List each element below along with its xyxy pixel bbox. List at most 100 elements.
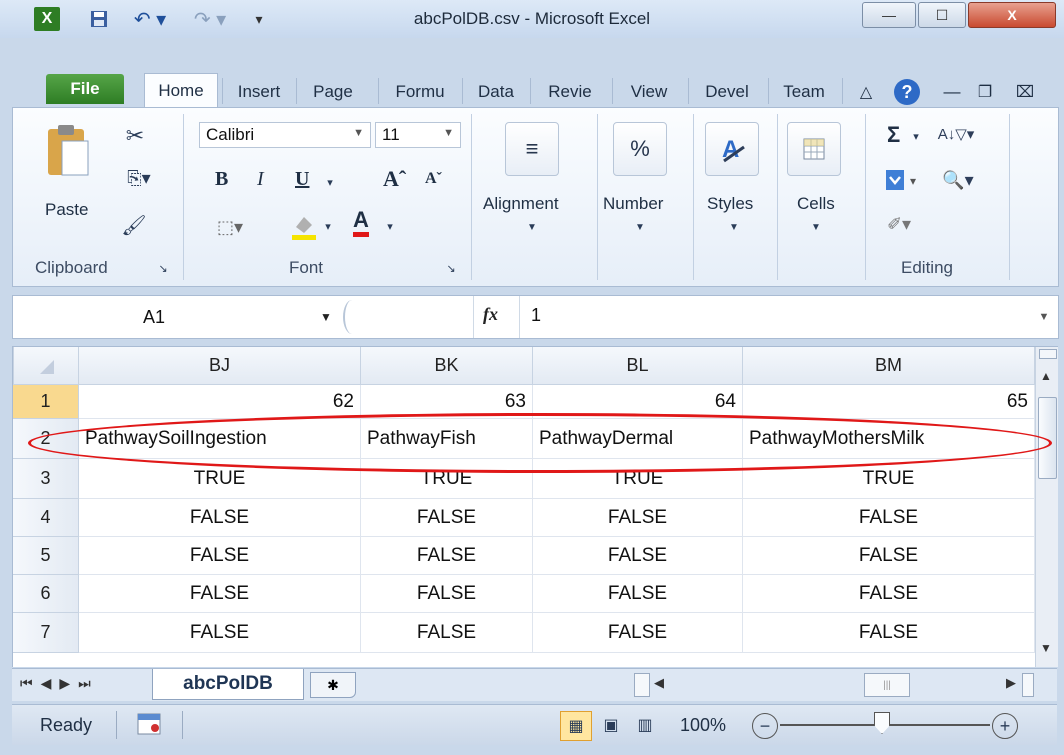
column-header-bl[interactable]: BL [533, 347, 743, 385]
autosum-dropdown-icon[interactable]: ▾ [909, 126, 923, 146]
cell-bm3[interactable]: TRUE [743, 459, 1035, 499]
font-color-button[interactable]: A [353, 208, 369, 237]
cell-bj3[interactable]: TRUE [79, 459, 361, 499]
shrink-font-button[interactable]: Aˇ [425, 170, 442, 188]
cells-icon[interactable] [787, 122, 841, 176]
insert-function-icon[interactable]: fx [483, 304, 498, 325]
cell-bl3[interactable]: TRUE [533, 459, 743, 499]
name-box[interactable]: A1 [13, 296, 343, 338]
column-header-bm[interactable]: BM [743, 347, 1035, 385]
row-header-7[interactable]: 7 [13, 613, 79, 653]
tab-view[interactable]: View [618, 74, 680, 109]
format-painter-icon[interactable]: 🖌 [119, 210, 149, 240]
close-button[interactable]: X [968, 2, 1056, 28]
cell-bk4[interactable]: FALSE [361, 499, 533, 537]
formula-bar-splitter[interactable] [343, 300, 361, 334]
tab-file[interactable]: File [46, 74, 124, 104]
scroll-up-icon[interactable]: ▲ [1040, 369, 1052, 383]
cell-bm7[interactable]: FALSE [743, 613, 1035, 653]
tab-formulas[interactable]: Formu [384, 74, 456, 109]
sort-filter-icon[interactable]: A↓▽▾ [933, 120, 979, 148]
maximize-button[interactable]: ☐ [918, 2, 966, 28]
normal-view-icon[interactable]: ▦ [560, 711, 592, 741]
paste-icon[interactable] [41, 122, 95, 180]
page-layout-view-icon[interactable]: ▣ [596, 711, 626, 739]
cell-bj6[interactable]: FALSE [79, 575, 361, 613]
cell-bm1[interactable]: 65 [743, 385, 1035, 419]
alignment-dropdown-icon[interactable]: ▼ [525, 220, 539, 234]
cell-bm4[interactable]: FALSE [743, 499, 1035, 537]
hscroll-thumb[interactable]: ||| [864, 673, 910, 697]
cells-dropdown-icon[interactable]: ▼ [809, 220, 823, 234]
cell-bl2[interactable]: PathwayDermal [533, 419, 743, 459]
select-all-corner[interactable] [13, 347, 79, 385]
cell-bl6[interactable]: FALSE [533, 575, 743, 613]
zoom-out-icon[interactable]: − [752, 713, 778, 739]
scroll-thumb[interactable] [1038, 397, 1057, 479]
column-header-bj[interactable]: BJ [79, 347, 361, 385]
zoom-level[interactable]: 100% [680, 715, 726, 736]
tab-review[interactable]: Revie [536, 74, 604, 109]
copy-icon[interactable]: ⎘▾ [119, 164, 159, 192]
autosum-button[interactable]: Σ [887, 122, 900, 148]
workbook-close-icon[interactable]: ⌧ [1010, 74, 1040, 109]
row-header-2[interactable]: 2 [13, 419, 79, 459]
minimize-button[interactable]: — [862, 2, 916, 28]
sheet-nav-icons[interactable]: ⏮◀▶⏭ [20, 675, 99, 692]
tab-developer[interactable]: Devel [694, 74, 760, 109]
font-size-select[interactable]: 11 ▼ [375, 122, 461, 148]
tab-split-handle[interactable] [634, 673, 650, 697]
italic-button[interactable]: I [257, 168, 264, 191]
formula-input[interactable]: 1 [531, 305, 541, 326]
styles-dropdown-icon[interactable]: ▼ [727, 220, 741, 234]
row-header-4[interactable]: 4 [13, 499, 79, 537]
insert-sheet-icon[interactable]: ✱ [310, 672, 356, 698]
font-launcher-icon[interactable]: ↘ [443, 260, 459, 276]
number-format-icon[interactable]: % [613, 122, 667, 176]
cut-icon[interactable]: ✂ [121, 122, 149, 150]
cell-bl7[interactable]: FALSE [533, 613, 743, 653]
hscroll-split-box[interactable] [1022, 673, 1034, 697]
zoom-slider-thumb[interactable] [874, 712, 890, 734]
row-header-1[interactable]: 1 [13, 385, 79, 419]
underline-button[interactable]: U [295, 168, 309, 191]
zoom-in-icon[interactable]: + [992, 713, 1018, 739]
tab-home[interactable]: Home [144, 73, 218, 108]
cell-bk3[interactable]: TRUE [361, 459, 533, 499]
vertical-scrollbar[interactable]: ▲ ▼ [1035, 347, 1058, 667]
cell-bj4[interactable]: FALSE [79, 499, 361, 537]
row-header-6[interactable]: 6 [13, 575, 79, 613]
cell-bk7[interactable]: FALSE [361, 613, 533, 653]
split-box[interactable] [1039, 349, 1057, 359]
tab-data[interactable]: Data [468, 74, 524, 109]
workbook-minimize-icon[interactable]: — [940, 74, 964, 109]
page-break-view-icon[interactable]: ▥ [630, 711, 660, 739]
macro-record-icon[interactable] [136, 713, 162, 735]
bold-button[interactable]: B [215, 168, 228, 191]
styles-icon[interactable]: A [705, 122, 759, 176]
tab-team[interactable]: Team [774, 74, 834, 109]
row-header-5[interactable]: 5 [13, 537, 79, 575]
font-family-select[interactable]: Calibri ▼ [199, 122, 371, 148]
tab-insert[interactable]: Insert [228, 74, 290, 109]
alignment-icon[interactable]: ≡ [505, 122, 559, 176]
paste-label[interactable]: Paste [45, 200, 88, 220]
sheet-tab-abcpoldb[interactable]: abcPolDB [152, 669, 304, 700]
cell-bj1[interactable]: 62 [79, 385, 361, 419]
cell-bk1[interactable]: 63 [361, 385, 533, 419]
clear-icon[interactable]: ✐▾ [879, 210, 919, 238]
fill-color-icon[interactable] [289, 212, 319, 242]
cell-bm2[interactable]: PathwayMothersMilk [743, 419, 1035, 459]
tab-page-layout[interactable]: Page [302, 74, 364, 109]
cell-bk2[interactable]: PathwayFish [361, 419, 533, 459]
alignment-button[interactable]: Alignment [483, 194, 559, 214]
cell-bj5[interactable]: FALSE [79, 537, 361, 575]
grow-font-button[interactable]: Aˆ [383, 166, 406, 192]
cell-bk5[interactable]: FALSE [361, 537, 533, 575]
scroll-down-icon[interactable]: ▼ [1040, 641, 1052, 655]
hscroll-left-icon[interactable]: ◀ [654, 675, 664, 691]
expand-formula-bar-icon[interactable]: ▼ [1035, 308, 1053, 326]
borders-icon[interactable]: ⬚▾ [209, 212, 251, 242]
minimize-ribbon-icon[interactable]: △ [852, 74, 880, 109]
fill-icon[interactable]: ▾ [881, 166, 927, 194]
